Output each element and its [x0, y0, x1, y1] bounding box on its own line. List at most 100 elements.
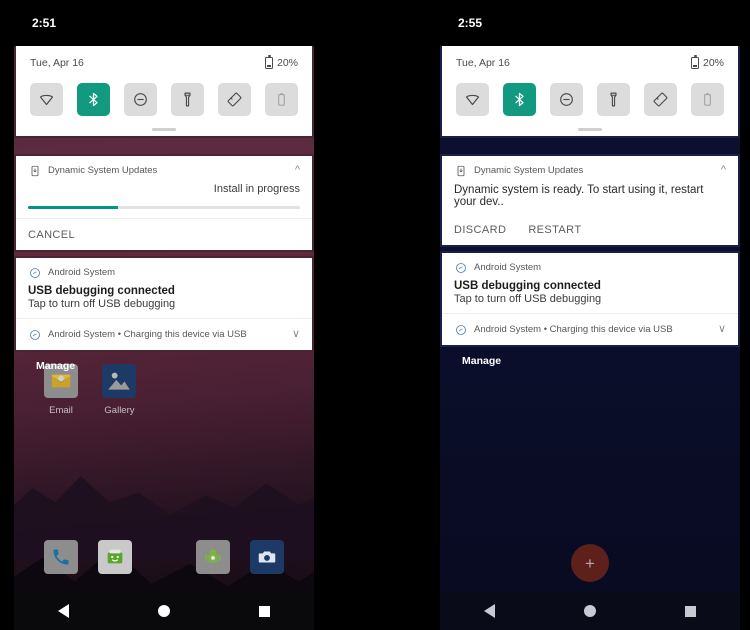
quick-settings-drag-handle[interactable]: [16, 122, 312, 136]
manage-notifications-button[interactable]: Manage: [440, 347, 740, 367]
qs-tile-flashlight[interactable]: [597, 83, 630, 116]
home-circle-icon[interactable]: [583, 605, 596, 617]
notification-text: Dynamic system is ready. To start using …: [454, 184, 704, 208]
battery-percent: 20%: [276, 57, 298, 69]
notification-stack-left: Dynamic System Updates ^ Install in prog…: [14, 150, 314, 372]
chevron-down-icon[interactable]: ∨: [718, 324, 726, 335]
qs-tile-auto-rotate[interactable]: [218, 83, 251, 116]
notification-app-row: Android System: [16, 258, 312, 281]
qs-tile-auto-rotate[interactable]: [644, 83, 677, 116]
qs-tile-bluetooth[interactable]: [503, 83, 536, 116]
notification-body: Install in progress: [16, 179, 312, 197]
qs-tile-wifi[interactable]: [30, 83, 63, 116]
dock-item-phone[interactable]: [34, 540, 88, 574]
notification-actions: DISCARD RESTART: [442, 214, 738, 245]
cancel-button[interactable]: CANCEL: [28, 229, 75, 241]
notification-text: Tap to turn off USB debugging: [28, 298, 176, 310]
recents-square-icon[interactable]: [258, 605, 270, 617]
battery-status: 20%: [264, 55, 298, 69]
device-right: 2:55 + Tue, Apr 16 20% Dynamic System Up…: [440, 0, 740, 630]
quick-settings-header: Tue, Apr 16 20%: [16, 46, 312, 71]
dock-left: [14, 540, 314, 574]
dock-item-messaging[interactable]: [88, 540, 142, 574]
qs-tile-do-not-disturb[interactable]: [550, 83, 583, 116]
navigation-bar-left: [14, 592, 314, 630]
qs-tile-bluetooth[interactable]: [77, 83, 110, 116]
dock-item-settings[interactable]: [186, 540, 240, 574]
screenshot-stage: 2:51 Email Gallery Tue, Apr 16 20% Dynam…: [0, 0, 750, 630]
notification-usb-debugging[interactable]: Android System USB debugging connected T…: [14, 256, 314, 352]
android-system-icon: [28, 266, 41, 279]
recents-square-icon[interactable]: [684, 605, 696, 617]
dock-gap: [142, 540, 186, 574]
notification-group-charging[interactable]: Android System • Charging this device vi…: [442, 313, 738, 345]
app-label: Gallery: [104, 405, 135, 416]
status-bar-left: 2:51: [14, 0, 314, 46]
qs-tile-battery-saver[interactable]: [265, 83, 298, 116]
status-bar-right: 2:55: [440, 0, 740, 46]
battery-status: 20%: [690, 55, 724, 69]
chevron-up-icon[interactable]: ^: [295, 165, 300, 176]
quick-settings-tiles: [442, 71, 738, 122]
quick-settings-header: Tue, Apr 16 20%: [442, 46, 738, 71]
home-circle-icon[interactable]: [157, 605, 170, 617]
battery-icon: [690, 55, 699, 69]
quick-settings-panel-right[interactable]: Tue, Apr 16 20%: [440, 46, 740, 138]
notification-usb-debugging[interactable]: Android System USB debugging connected T…: [440, 251, 740, 347]
notification-app-row: Dynamic System Updates ^: [16, 156, 312, 179]
system-update-icon: [454, 164, 467, 177]
notification-title: USB debugging connected: [454, 280, 601, 292]
notification-group-charging[interactable]: Android System • Charging this device vi…: [16, 318, 312, 350]
camera-icon: [250, 540, 284, 574]
add-fab-button[interactable]: +: [571, 544, 609, 582]
qs-tile-do-not-disturb[interactable]: [124, 83, 157, 116]
notification-dynamic-system-updates[interactable]: Dynamic System Updates ^ Install in prog…: [14, 154, 314, 252]
qs-date: Tue, Apr 16: [456, 57, 510, 69]
manage-notifications-button[interactable]: Manage: [14, 352, 314, 372]
qs-tile-wifi[interactable]: [456, 83, 489, 116]
back-triangle-icon[interactable]: [58, 604, 70, 618]
android-system-icon: [454, 323, 467, 336]
install-progress-bar: [28, 206, 300, 209]
system-update-icon: [28, 164, 41, 177]
notification-actions: CANCEL: [16, 218, 312, 250]
notification-app-name: Android System • Charging this device vi…: [48, 329, 247, 340]
notification-app-name: Android System: [474, 262, 542, 273]
home-app-grid-left: Email Gallery: [14, 364, 314, 418]
qs-tile-battery-saver[interactable]: [691, 83, 724, 116]
chevron-up-icon[interactable]: ^: [721, 165, 726, 176]
notification-app-name: Android System: [48, 267, 116, 278]
quick-settings-tiles: [16, 71, 312, 122]
notification-stack-right: Dynamic System Updates ^ Dynamic system …: [440, 150, 740, 367]
discard-button[interactable]: DISCARD: [454, 224, 506, 236]
chevron-down-icon[interactable]: ∨: [292, 329, 300, 340]
notification-app-name: Dynamic System Updates: [48, 165, 158, 176]
notification-body: USB debugging connected Tap to turn off …: [16, 281, 312, 318]
notification-text: Tap to turn off USB debugging: [454, 293, 602, 305]
qs-date: Tue, Apr 16: [30, 57, 84, 69]
notification-app-name: Android System • Charging this device vi…: [474, 324, 673, 335]
quick-settings-drag-handle[interactable]: [442, 122, 738, 136]
messaging-icon: [98, 540, 132, 574]
phone-icon: [44, 540, 78, 574]
screen-right: + Tue, Apr 16 20% Dynamic System Updates…: [440, 46, 740, 630]
battery-icon: [264, 55, 273, 69]
notification-dynamic-system-ready[interactable]: Dynamic System Updates ^ Dynamic system …: [440, 154, 740, 247]
android-system-icon: [454, 261, 467, 274]
status-clock: 2:51: [32, 16, 57, 30]
back-triangle-icon[interactable]: [484, 604, 496, 618]
progress-fill: [28, 206, 118, 209]
android-settings-icon: [196, 540, 230, 574]
qs-tile-flashlight[interactable]: [171, 83, 204, 116]
notification-app-row: Dynamic System Updates ^: [442, 156, 738, 179]
restart-button[interactable]: RESTART: [528, 224, 581, 236]
plus-icon: +: [585, 553, 595, 573]
battery-percent: 20%: [702, 57, 724, 69]
device-left: 2:51 Email Gallery Tue, Apr 16 20% Dynam…: [14, 0, 314, 630]
quick-settings-panel-left[interactable]: Tue, Apr 16 20%: [14, 46, 314, 138]
notification-body: Dynamic system is ready. To start using …: [442, 179, 738, 210]
notification-status-text: Install in progress: [213, 183, 300, 195]
dock-item-camera[interactable]: [240, 540, 294, 574]
notification-body: USB debugging connected Tap to turn off …: [442, 276, 738, 313]
status-clock: 2:55: [458, 16, 483, 30]
